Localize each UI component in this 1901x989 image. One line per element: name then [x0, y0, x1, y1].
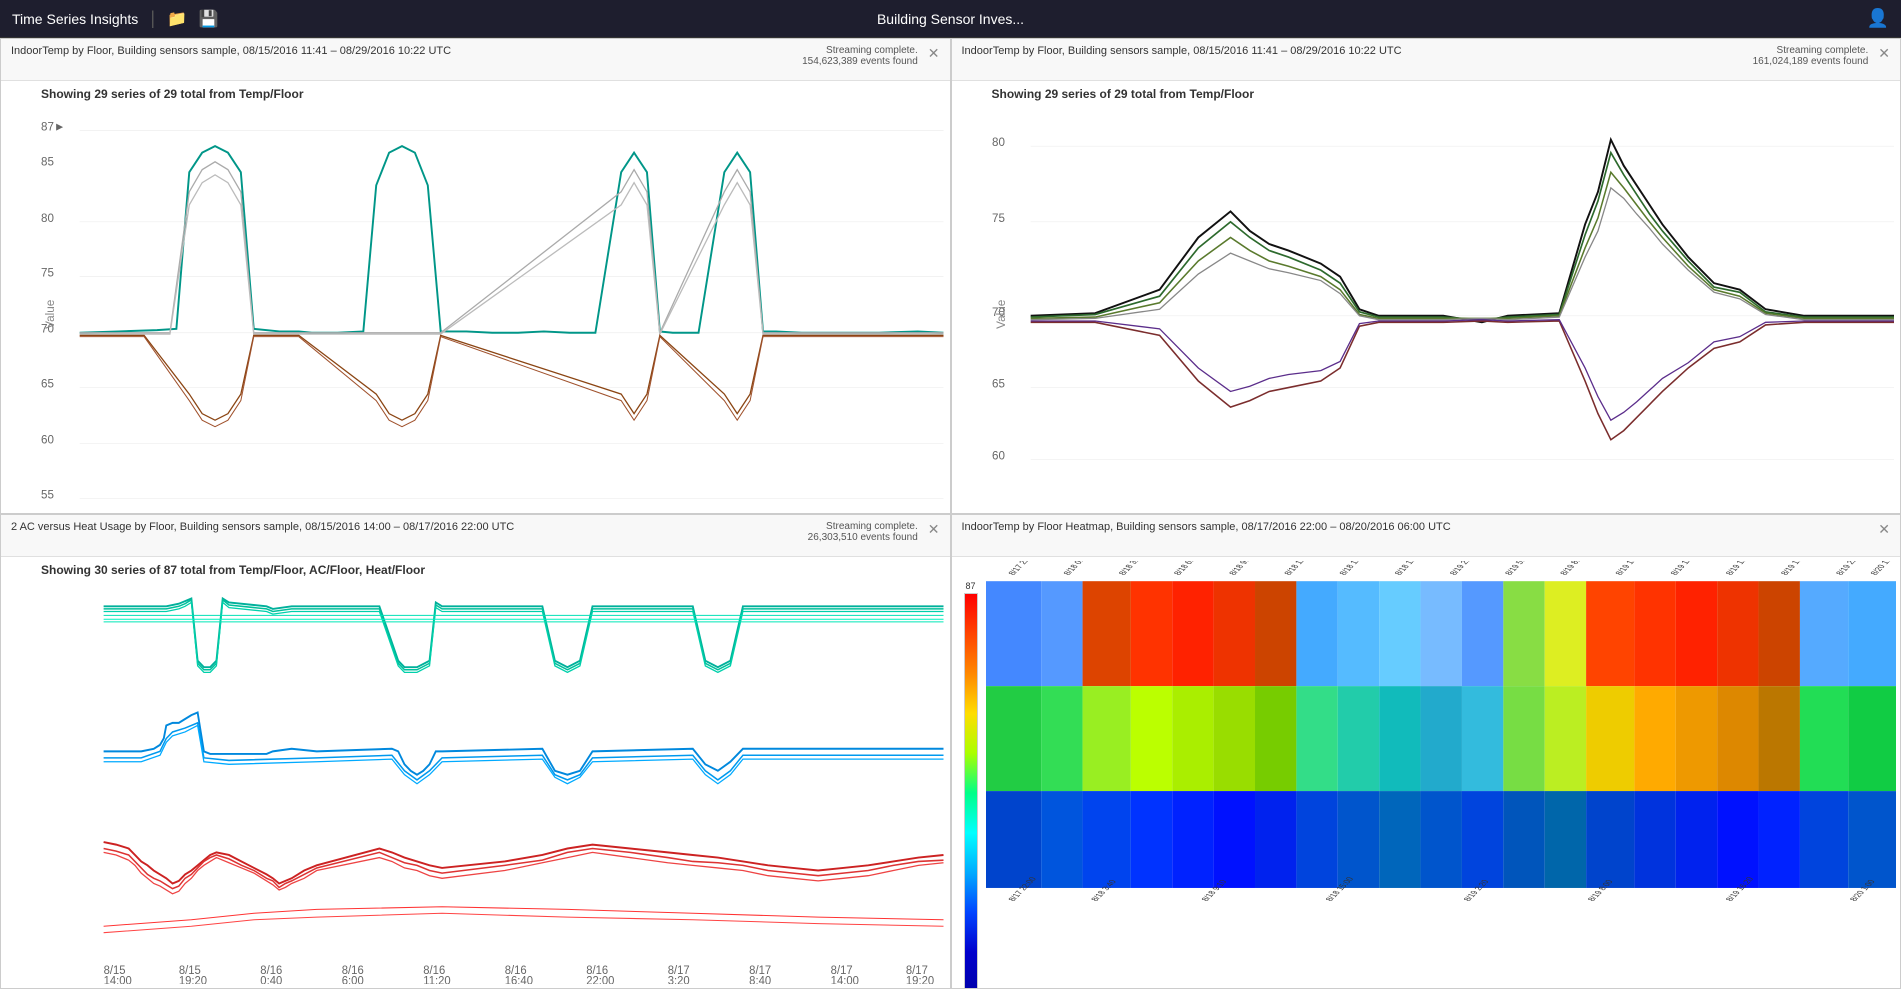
- panel-close-bl[interactable]: ✕: [928, 521, 940, 538]
- title-separator: |: [150, 8, 155, 29]
- svg-text:3:20: 3:20: [668, 975, 690, 984]
- svg-text:16:40: 16:40: [505, 975, 533, 984]
- svg-text:60: 60: [992, 449, 1005, 462]
- svg-text:Value: Value: [994, 300, 1007, 329]
- chart-svg-tr: 80 75 70 65 60 Value: [992, 107, 1895, 514]
- svg-text:8/19 16:20: 8/19 16:20: [1723, 561, 1756, 576]
- svg-text:8/18 19:10: 8/18 19:10: [1392, 561, 1425, 576]
- chart-area-tl: 87► 85 80 75 70 65 60 55 Value: [1, 103, 950, 514]
- svg-text:75: 75: [41, 267, 54, 280]
- user-icon: 👤: [1867, 8, 1889, 29]
- panel-header-tl: IndoorTemp by Floor, Building sensors sa…: [1, 39, 950, 81]
- panel-status-tr: Streaming complete. 161,024,189 events f…: [1753, 45, 1869, 67]
- svg-text:80: 80: [992, 136, 1005, 149]
- panel-title-br: IndoorTemp by Floor Heatmap, Building se…: [962, 521, 1451, 533]
- svg-text:8/18 11:50: 8/18 11:50: [1282, 561, 1314, 576]
- svg-text:8:40: 8:40: [749, 975, 771, 984]
- chart-subtitle-tl: Showing 29 series of 29 total from Temp/…: [1, 81, 950, 103]
- svg-text:8/18 3:40: 8/18 3:40: [1116, 561, 1146, 576]
- panel-title-tr: IndoorTemp by Floor, Building sensors sa…: [962, 45, 1402, 57]
- panel-close-br[interactable]: ✕: [1878, 521, 1890, 538]
- chart-area-tr: 80 75 70 65 60 Value: [952, 103, 1901, 514]
- svg-text:8/18 9:10: 8/18 9:10: [1226, 561, 1256, 576]
- svg-text:8/19 10:50: 8/19 10:50: [1613, 561, 1646, 576]
- svg-text:8/18 15:00: 8/18 15:00: [1337, 561, 1370, 576]
- svg-text:8/19 8:00: 8/19 8:00: [1558, 561, 1588, 576]
- panel-close-tl[interactable]: ✕: [928, 45, 940, 62]
- svg-text:8/17 22:00: 8/17 22:00: [1006, 561, 1039, 576]
- svg-text:8/19 13:30: 8/19 13:30: [1668, 561, 1701, 576]
- svg-text:8/20 1:00: 8/20 1:00: [1868, 561, 1896, 576]
- svg-text:14:00: 14:00: [104, 975, 132, 984]
- chart-svg-bl: 72.65574 69.42579 409 0.0 312 0.0: [66, 583, 944, 985]
- svg-text:6:00: 6:00: [342, 975, 364, 984]
- chart-subtitle-tr: Showing 29 series of 29 total from Temp/…: [952, 81, 1901, 103]
- svg-text:65: 65: [992, 377, 1005, 390]
- panel-title-tl: IndoorTemp by Floor, Building sensors sa…: [11, 45, 451, 57]
- heatmap-svg: 8/17 22:00 8/18 0:50 8/18 3:40 8/18 6:30…: [986, 561, 1897, 949]
- svg-text:8/19 22:10: 8/19 22:10: [1833, 561, 1866, 576]
- panel-header-tr: IndoorTemp by Floor, Building sensors sa…: [952, 39, 1901, 81]
- panel-status-tl: Streaming complete. 154,623,389 events f…: [802, 45, 918, 67]
- svg-text:60: 60: [41, 434, 54, 447]
- svg-text:8/19 19:10: 8/19 19:10: [1778, 561, 1811, 576]
- svg-text:8/18 0:50: 8/18 0:50: [1061, 561, 1091, 576]
- chart-area-bl: 72.65574 69.42579 409 0.0 312 0.0: [1, 579, 950, 989]
- panel-header-br: IndoorTemp by Floor Heatmap, Building se…: [952, 515, 1901, 557]
- svg-text:55: 55: [41, 488, 54, 501]
- colorbar-max: 87: [965, 581, 975, 591]
- chart-subtitle-bl: Showing 30 series of 87 total from Temp/…: [1, 557, 950, 579]
- svg-text:8/19 5:10: 8/19 5:10: [1502, 561, 1532, 576]
- panel-header-bl: 2 AC versus Heat Usage by Floor, Buildin…: [1, 515, 950, 557]
- panel-close-tr[interactable]: ✕: [1878, 45, 1890, 62]
- titlebar: Time Series Insights | 📁 💾 Building Sens…: [0, 0, 1901, 38]
- svg-text:19:20: 19:20: [179, 975, 207, 984]
- panel-status-bl: Streaming complete. 26,303,510 events fo…: [808, 521, 918, 543]
- dashboard-grid: IndoorTemp by Floor, Building sensors sa…: [0, 38, 1901, 989]
- chart-svg-tl: 87► 85 80 75 70 65 60 55 Value: [41, 107, 944, 514]
- svg-text:87►: 87►: [41, 120, 65, 133]
- titlebar-left: Time Series Insights | 📁 💾: [12, 8, 219, 29]
- svg-text:Value: Value: [44, 300, 57, 329]
- svg-text:65: 65: [41, 377, 54, 390]
- svg-text:85: 85: [41, 156, 54, 169]
- folder-icon[interactable]: 📁: [167, 9, 187, 29]
- svg-text:80: 80: [41, 212, 54, 225]
- svg-text:14:00: 14:00: [831, 975, 859, 984]
- panel-top-left: IndoorTemp by Floor, Building sensors sa…: [0, 38, 951, 514]
- svg-text:19:20: 19:20: [906, 975, 934, 984]
- panel-bottom-right: IndoorTemp by Floor Heatmap, Building se…: [951, 514, 1901, 989]
- panel-bottom-left: 2 AC versus Heat Usage by Floor, Buildin…: [0, 514, 951, 989]
- save-icon[interactable]: 💾: [199, 9, 219, 29]
- svg-text:0:40: 0:40: [260, 975, 282, 984]
- panel-title-bl: 2 AC versus Heat Usage by Floor, Buildin…: [11, 521, 514, 533]
- panel-top-right: IndoorTemp by Floor, Building sensors sa…: [951, 38, 1901, 514]
- app-title: Time Series Insights: [12, 11, 138, 27]
- svg-text:75: 75: [992, 212, 1005, 225]
- svg-text:8/19 2:20: 8/19 2:20: [1447, 561, 1477, 576]
- svg-text:8/18 6:30: 8/18 6:30: [1171, 561, 1201, 576]
- svg-text:22:00: 22:00: [586, 975, 614, 984]
- svg-text:11:20: 11:20: [423, 975, 450, 984]
- window-title: Building Sensor Inves...: [877, 11, 1024, 27]
